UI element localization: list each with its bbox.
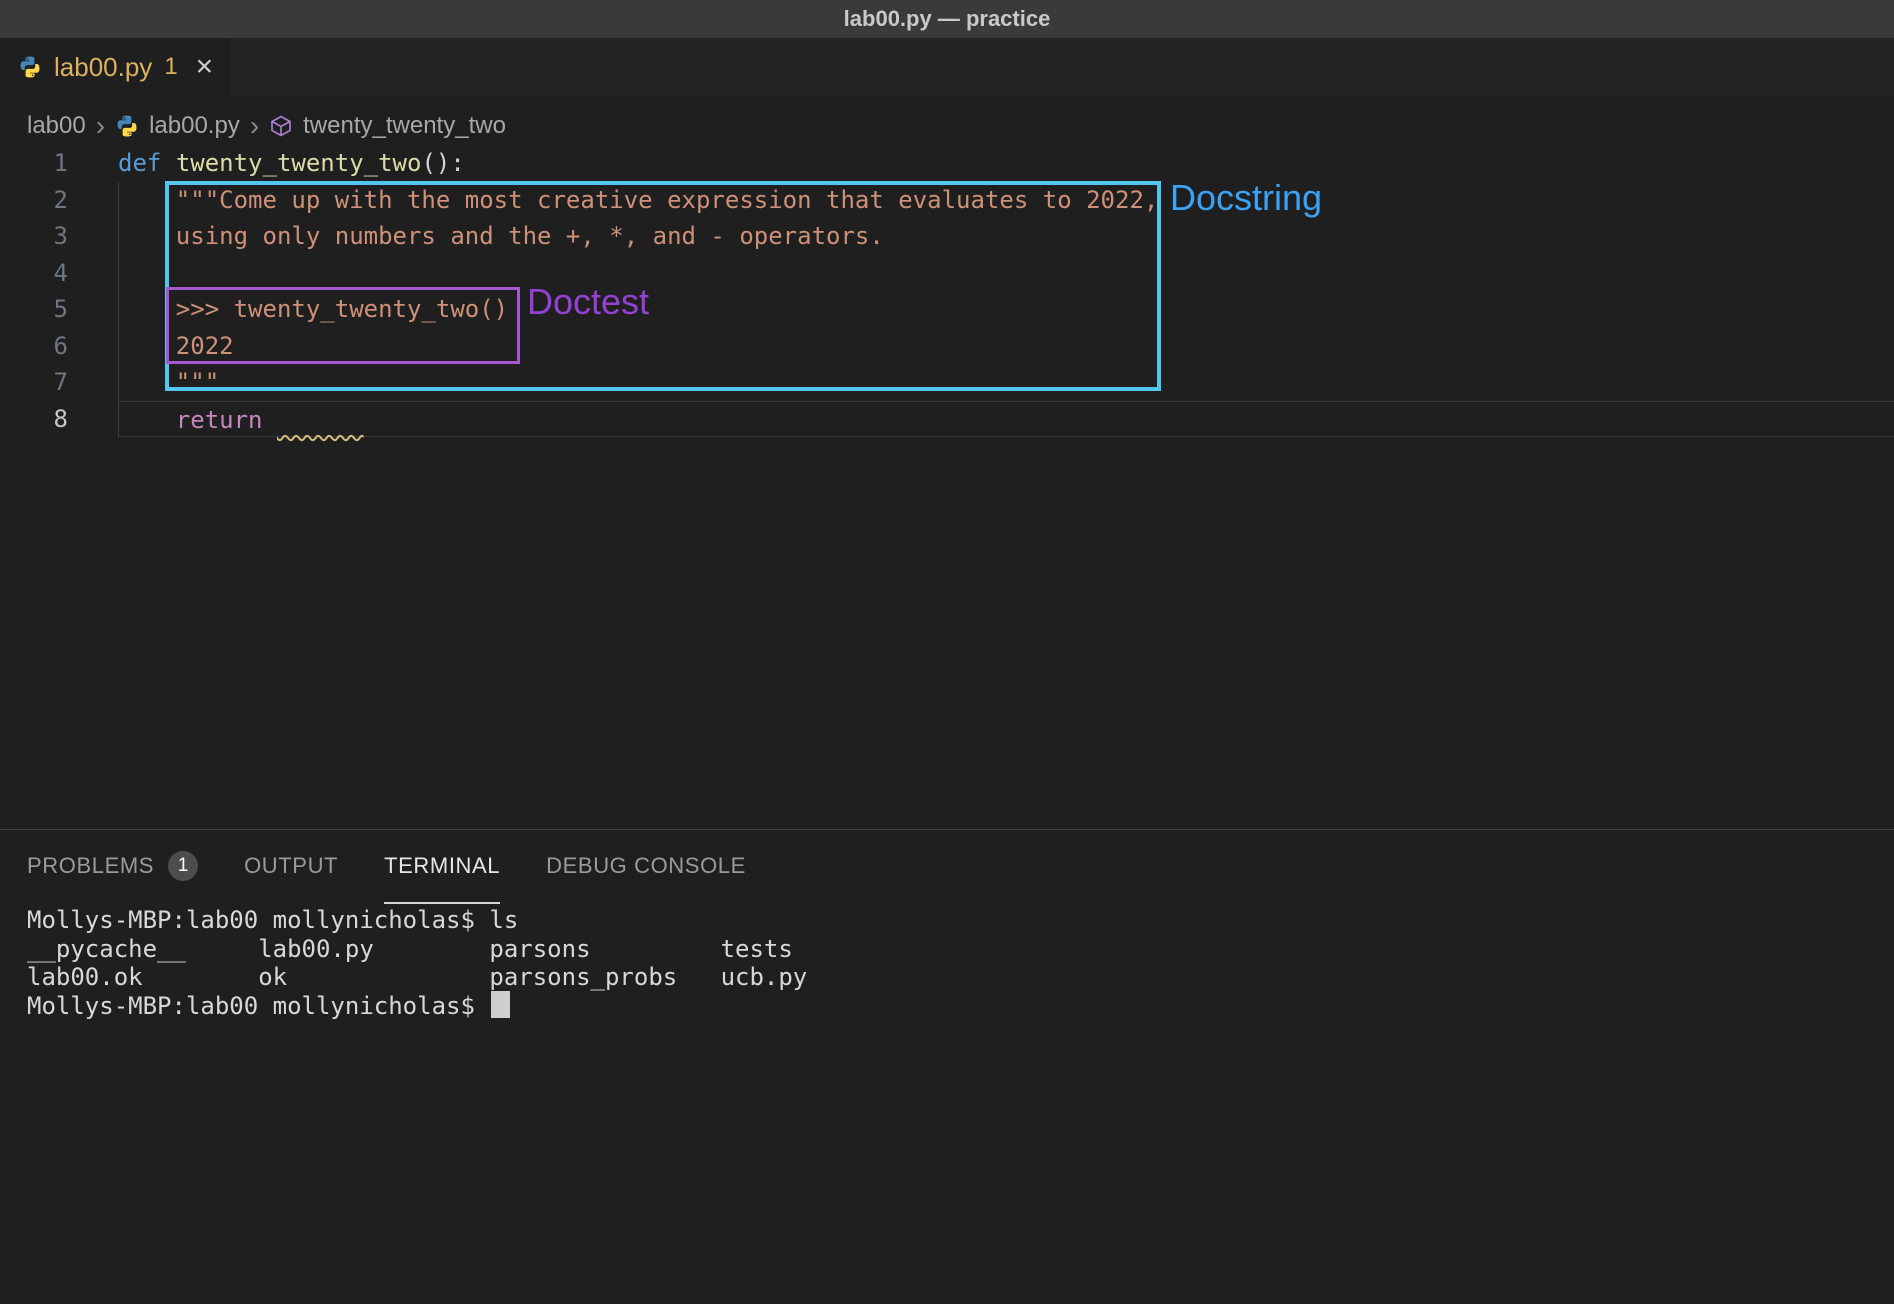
code-text[interactable]: def twenty_twenty_two(): [118,145,1894,182]
panel-tab-label: TERMINAL [384,853,500,879]
vscode-window: lab00.py — practice lab00.py 1 × lab00 ›… [0,0,1894,1304]
tab-bar: lab00.py 1 × [0,38,1894,96]
code-editor[interactable]: 1def twenty_twenty_two():2 """Come up wi… [0,145,1894,829]
chevron-right-icon: › [96,114,105,138]
code-text[interactable]: """ [118,364,1894,401]
code-line[interactable]: 4 [0,255,1894,292]
breadcrumb-folder[interactable]: lab00 [27,112,86,140]
terminal-prompt-line: Mollys-MBP:lab00 mollynicholas$ [27,992,1894,1021]
doctest-annotation-label: Doctest [527,281,649,323]
terminal[interactable]: Mollys-MBP:lab00 mollynicholas$ ls__pyca… [0,904,1894,1020]
line-number: 6 [0,328,118,365]
code-text[interactable]: >>> twenty_twenty_two() [118,291,1894,328]
bottom-panel: PROBLEMS 1 OUTPUT TERMINAL DEBUG CONSOLE Mol… [0,829,1894,1304]
panel-tab-label: OUTPUT [244,853,338,879]
close-icon[interactable]: × [196,52,214,82]
line-number: 5 [0,291,118,328]
line-number: 7 [0,364,118,401]
line-number: 8 [0,401,118,438]
tab-filename: lab00.py [54,52,152,83]
code-text[interactable]: 2022 [118,328,1894,365]
problems-count-badge: 1 [168,851,198,881]
chevron-right-icon: › [250,114,259,138]
panel-tabs: PROBLEMS 1 OUTPUT TERMINAL DEBUG CONSOLE [0,830,1894,904]
line-number: 2 [0,182,118,219]
line-number: 1 [0,145,118,182]
code-line[interactable]: 6 2022 [0,328,1894,365]
code-text[interactable]: """Come up with the most creative expres… [118,182,1894,219]
code-line[interactable]: 8 return [0,401,1894,438]
terminal-output: Mollys-MBP:lab00 mollynicholas$ ls__pyca… [27,906,1894,1020]
editor-lines: 1def twenty_twenty_two():2 """Come up wi… [0,145,1894,437]
code-line[interactable]: 5 >>> twenty_twenty_two() [0,291,1894,328]
python-file-icon [18,55,42,79]
terminal-line: Mollys-MBP:lab00 mollynicholas$ ls [27,906,1894,935]
panel-tab-label: DEBUG CONSOLE [546,853,746,879]
editor-tab-lab00[interactable]: lab00.py 1 × [0,38,231,96]
code-line[interactable]: 3 using only numbers and the +, *, and -… [0,218,1894,255]
breadcrumb: lab00 › lab00.py › twenty_twenty_two [0,96,1894,145]
panel-tab-problems[interactable]: PROBLEMS 1 [27,830,198,904]
terminal-line: __pycache__ lab00.py parsons tests [27,935,1894,964]
breadcrumb-symbol[interactable]: twenty_twenty_two [303,112,506,140]
code-line[interactable]: 2 """Come up with the most creative expr… [0,182,1894,219]
breadcrumb-file[interactable]: lab00.py [149,112,240,140]
code-line[interactable]: 7 """ [0,364,1894,401]
code-text[interactable]: return [118,401,1894,438]
panel-tab-terminal[interactable]: TERMINAL [384,830,500,904]
terminal-line: lab00.ok ok parsons_probs ucb.py [27,963,1894,992]
tab-problem-badge: 1 [164,53,177,81]
terminal-cursor [491,991,510,1018]
terminal-prompt: Mollys-MBP:lab00 mollynicholas$ [27,992,489,1020]
panel-tab-debug-console[interactable]: DEBUG CONSOLE [546,830,746,904]
line-number: 3 [0,218,118,255]
panel-tab-output[interactable]: OUTPUT [244,830,338,904]
code-line[interactable]: 1def twenty_twenty_two(): [0,145,1894,182]
line-number: 4 [0,255,118,292]
code-text[interactable]: using only numbers and the +, *, and - o… [118,218,1894,255]
code-text[interactable] [118,255,1894,292]
python-file-icon [115,114,139,138]
symbol-cube-icon [269,114,293,138]
panel-tab-label: PROBLEMS [27,853,154,879]
indent-guide [118,182,119,437]
window-title: lab00.py — practice [844,6,1051,32]
window-titlebar: lab00.py — practice [0,0,1894,38]
docstring-annotation-label: Docstring [1170,177,1322,219]
